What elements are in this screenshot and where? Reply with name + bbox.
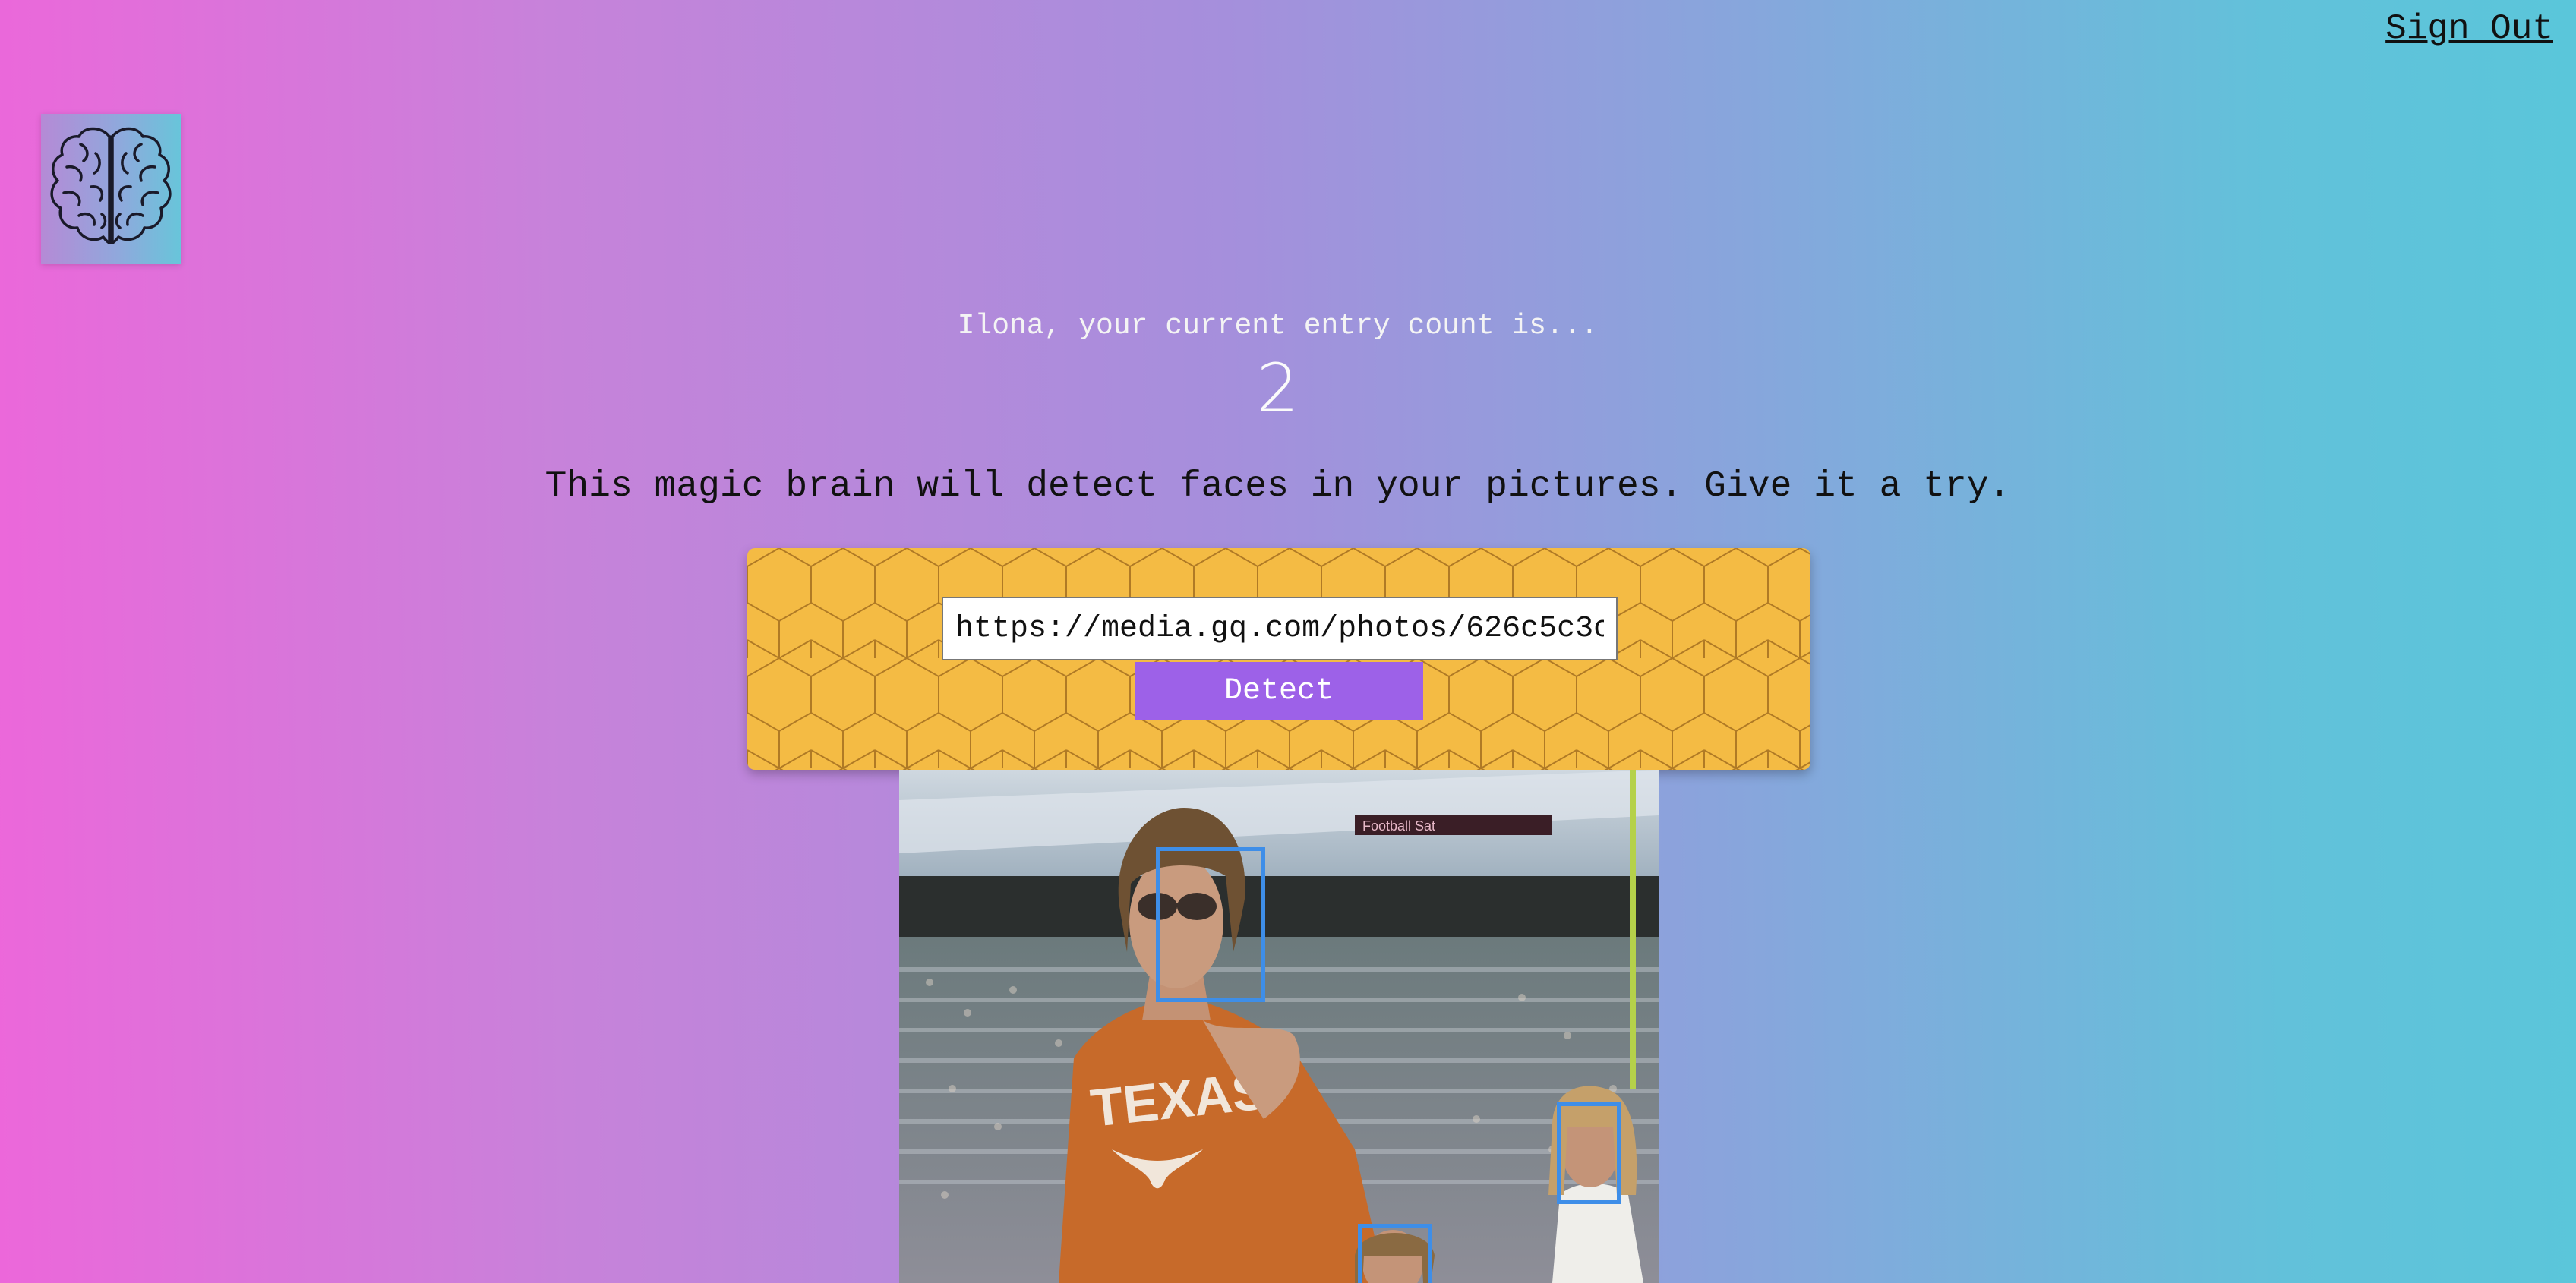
entry-count: 2 (1256, 349, 1299, 427)
intro-text: This magic brain will detect faces in yo… (545, 466, 2011, 507)
image-url-input[interactable] (942, 597, 1618, 660)
face-box (1557, 1102, 1621, 1204)
brain-logo (41, 114, 181, 264)
brain-icon (50, 127, 172, 244)
detected-image: Football Sat TEXAS (899, 770, 1659, 1283)
entry-greeting: Ilona, your current entry count is... (957, 310, 1599, 342)
svg-text:Football Sat: Football Sat (1362, 818, 1435, 834)
sign-out-link[interactable]: Sign Out (2385, 9, 2553, 49)
face-box (1156, 847, 1265, 1002)
detect-button[interactable]: Detect (1135, 662, 1423, 720)
face-box (1358, 1224, 1432, 1283)
photo-content: Football Sat TEXAS (899, 770, 1659, 1283)
image-link-form: Detect (747, 548, 1810, 770)
